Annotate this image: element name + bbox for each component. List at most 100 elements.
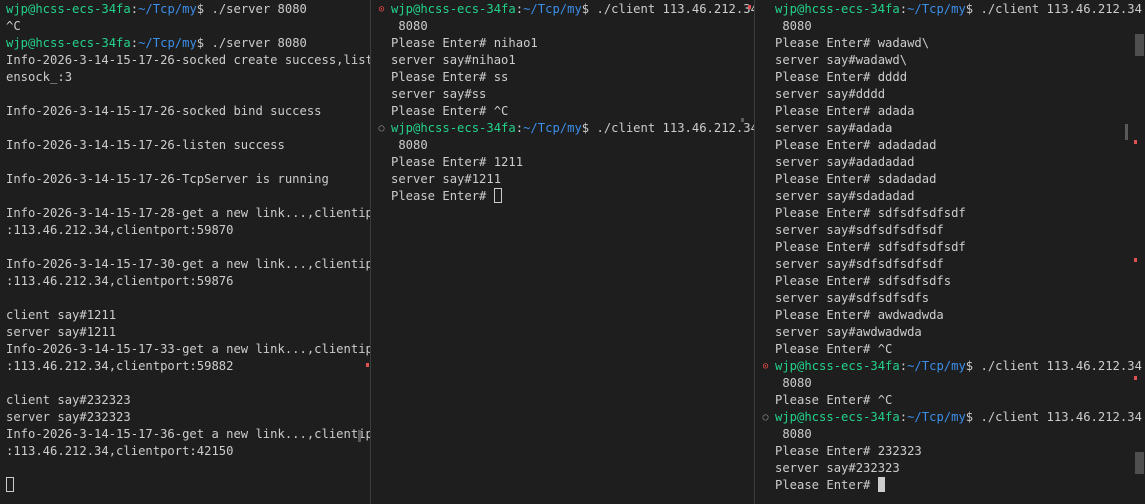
- output-text: 8080: [391, 138, 428, 152]
- terminal-line: client say#1211: [6, 307, 116, 324]
- output-text: Info-2026-3-14-15-17-33-get a new link..…: [6, 342, 370, 356]
- output-text: ^C: [6, 19, 21, 33]
- scrollbar-thumb[interactable]: [1135, 34, 1144, 56]
- terminal-line: server say#adada: [775, 120, 892, 137]
- error-ruler-mark: [1134, 140, 1137, 144]
- terminal-line: Please Enter# 1211: [391, 154, 523, 171]
- terminal-line: :113.46.212.34,clientport:59876: [6, 273, 233, 290]
- output-text: Info-2026-3-14-15-17-26-listen success: [6, 138, 285, 152]
- terminal-line: server say#nihao1: [391, 52, 516, 69]
- output-text: Info-2026-3-14-15-17-26-TcpServer is run…: [6, 172, 329, 186]
- output-text: server say#sdfsdfsdfs: [775, 291, 930, 305]
- prompt-separator: :: [515, 121, 524, 135]
- prompt-path: ~/Tcp/my: [907, 410, 966, 424]
- output-text: 8080: [775, 376, 812, 390]
- terminal-line: Please Enter# sdfsdfsdfsdf: [775, 205, 966, 222]
- output-text: Please Enter# sdfsdfsdfsdf: [775, 206, 966, 220]
- terminal-line: Info-2026-3-14-15-17-33-get a new link..…: [6, 341, 370, 358]
- command-error-icon[interactable]: ⊙: [761, 358, 770, 375]
- terminal-line: Info-2026-3-14-15-17-28-get a new link..…: [6, 205, 370, 222]
- terminal-line: Please Enter# adadadad: [775, 137, 936, 154]
- error-ruler-mark: [1134, 376, 1137, 380]
- terminal-line: [6, 477, 14, 494]
- prompt-path: ~/Tcp/my: [523, 121, 582, 135]
- terminal-line: Please Enter# 232323: [775, 443, 922, 460]
- output-text: server say#232323: [775, 461, 900, 475]
- command-text: ./client 113.46.212.34: [973, 359, 1142, 373]
- terminal-line: Please Enter# ^C: [775, 392, 892, 409]
- terminal-line: server say#adadadad: [775, 154, 914, 171]
- output-text: server say#dddd: [775, 87, 886, 101]
- prompt-separator: :: [130, 2, 139, 16]
- output-text: Please Enter# ^C: [391, 104, 509, 118]
- command-text: ./server 8080: [204, 2, 307, 16]
- output-text: server say#adadadad: [775, 155, 915, 169]
- terminal-pane-server[interactable]: wjp@hcss-ecs-34fa:~/Tcp/my$ ./server 808…: [0, 0, 370, 504]
- terminal-line: 8080: [775, 375, 812, 392]
- terminal-line: Please Enter#: [391, 188, 502, 205]
- output-text: :113.46.212.34,clientport:42150: [6, 444, 234, 458]
- error-ruler-mark: [1134, 258, 1137, 262]
- output-text: server say#1211: [6, 325, 117, 339]
- terminal-line: Please Enter# wadawd\: [775, 35, 929, 52]
- output-text: 8080: [775, 19, 812, 33]
- terminal-line: ⊙ wjp@hcss-ecs-34fa:~/Tcp/my$ ./client 11…: [378, 1, 754, 18]
- output-text: Please Enter# ^C: [775, 342, 893, 356]
- output-text: Please Enter# sdadadad: [775, 172, 937, 186]
- output-text: server say#232323: [6, 410, 131, 424]
- error-ruler-mark: [366, 363, 369, 367]
- terminal-line: 8080: [391, 137, 428, 154]
- terminal-line: ^C: [6, 18, 21, 35]
- terminal-line: ○ wjp@hcss-ecs-34fa:~/Tcp/my$ ./client 11…: [762, 409, 1142, 426]
- command-neutral-icon[interactable]: ○: [377, 120, 386, 137]
- output-text: :113.46.212.34,clientport:59882: [6, 359, 234, 373]
- output-text: server say#sdfsdfsdfsdf: [775, 223, 944, 237]
- prompt-separator: :: [130, 36, 139, 50]
- output-text: server say#wadawd\: [775, 53, 908, 67]
- prompt-path: ~/Tcp/my: [907, 359, 966, 373]
- output-text: Please Enter# 232323: [775, 444, 922, 458]
- terminal-line: wjp@hcss-ecs-34fa:~/Tcp/my$ ./server 808…: [6, 35, 307, 52]
- terminal-line: Please Enter#: [775, 477, 885, 494]
- output-text: server say#sdfsdfsdfsdf: [775, 257, 944, 271]
- terminal-line: Please Enter# awdwadwda: [775, 307, 944, 324]
- terminal-pane-client-2[interactable]: wjp@hcss-ecs-34fa:~/Tcp/my$ ./client 113…: [755, 0, 1145, 504]
- output-text: Info-2026-3-14-15-17-26-socked create su…: [6, 53, 370, 67]
- prompt-path: ~/Tcp/my: [138, 2, 197, 16]
- output-text: :113.46.212.34,clientport:59870: [6, 223, 234, 237]
- output-text: Please Enter# awdwadwda: [775, 308, 944, 322]
- output-text: server say#awdwadwda: [775, 325, 922, 339]
- terminal-line: server say#232323: [6, 409, 131, 426]
- terminal-line: server say#wadawd\: [775, 52, 907, 69]
- terminal-line: Info-2026-3-14-15-17-26-socked bind succ…: [6, 103, 322, 120]
- terminal-line: client say#232323: [6, 392, 131, 409]
- output-text: 8080: [775, 427, 812, 441]
- terminal-cursor: [6, 477, 14, 492]
- terminal-line: ensock_:3: [6, 69, 72, 86]
- terminal-line: Please Enter# adada: [775, 103, 914, 120]
- terminal-line: Please Enter# sdadadad: [775, 171, 936, 188]
- terminal-line: server say#awdwadwda: [775, 324, 922, 341]
- terminal-line: Please Enter# dddd: [775, 69, 907, 86]
- prompt-user-host: wjp@hcss-ecs-34fa: [775, 2, 900, 16]
- terminal-line: server say#ss: [391, 86, 486, 103]
- output-text: client say#1211: [6, 308, 117, 322]
- scrollbar-thumb[interactable]: [1135, 452, 1144, 474]
- terminal-line: server say#sdadadad: [775, 188, 914, 205]
- terminal-pane-client-1[interactable]: ⊙ wjp@hcss-ecs-34fa:~/Tcp/my$ ./client 11…: [371, 0, 754, 504]
- command-text: ./client 113.46.212.34: [973, 410, 1142, 424]
- scroll-position-mark: [358, 430, 361, 442]
- error-ruler-mark: [748, 5, 751, 9]
- command-text: ./client 113.46.212.34: [589, 121, 754, 135]
- command-neutral-icon[interactable]: ○: [761, 409, 770, 426]
- prompt-user-host: wjp@hcss-ecs-34fa: [6, 2, 131, 16]
- terminal-line: Info-2026-3-14-15-17-26-socked create su…: [6, 52, 370, 69]
- terminal-line: 8080: [775, 18, 812, 35]
- terminal-line: wjp@hcss-ecs-34fa:~/Tcp/my$ ./server 808…: [6, 1, 307, 18]
- terminal-line: :113.46.212.34,clientport:59870: [6, 222, 233, 239]
- terminal-line: server say#1211: [6, 324, 116, 341]
- terminal-line: Please Enter# sdfsdfsdfs: [775, 273, 951, 290]
- command-error-icon[interactable]: ⊙: [377, 1, 386, 18]
- terminal-line: ⊙ wjp@hcss-ecs-34fa:~/Tcp/my$ ./client 11…: [762, 358, 1142, 375]
- terminal-line: Please Enter# ^C: [775, 341, 892, 358]
